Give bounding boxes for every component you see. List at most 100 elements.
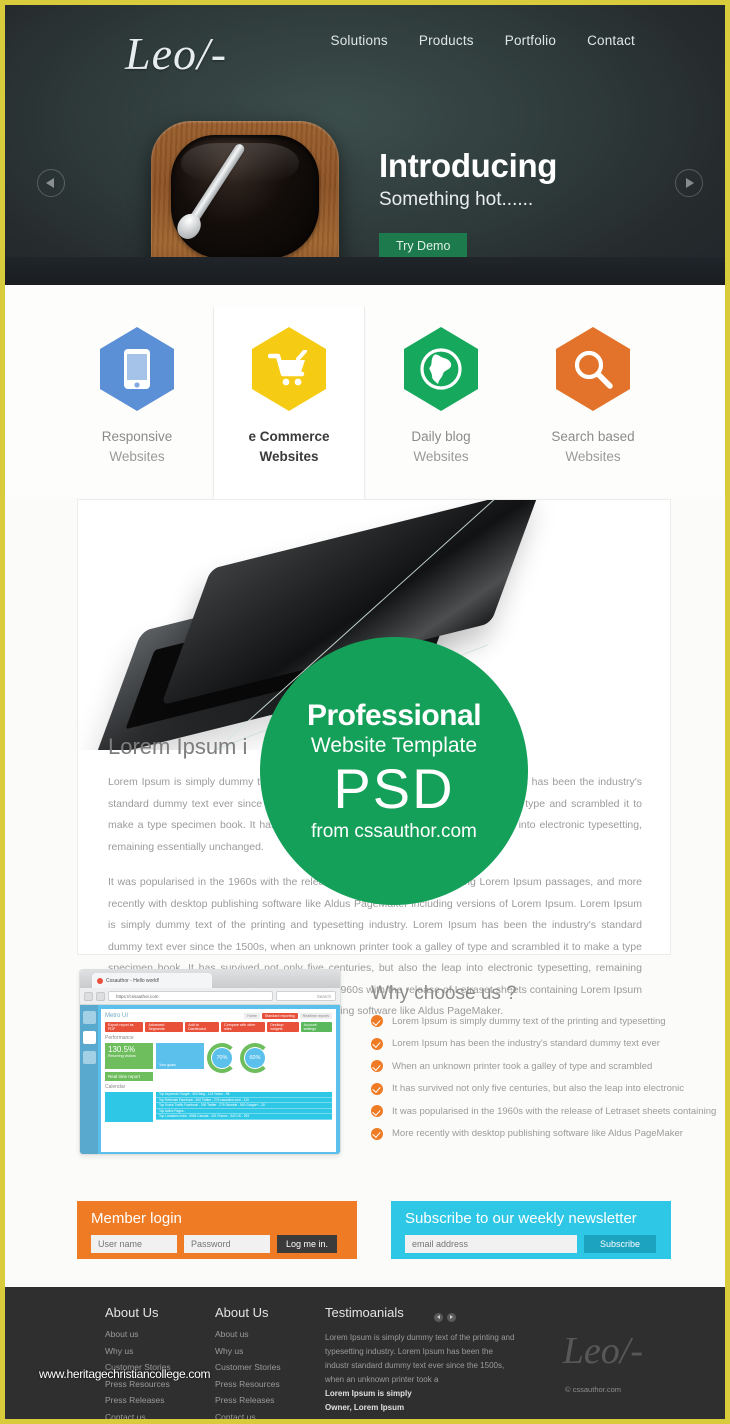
testimonial-text: Lorem Ipsum is simply dummy text of the … bbox=[325, 1333, 515, 1384]
tile-returning-visitors: 130.5% Returning visitors bbox=[105, 1043, 153, 1069]
footer-link[interactable]: About us bbox=[105, 1329, 171, 1339]
calendar-widget[interactable] bbox=[105, 1092, 153, 1122]
footer-link[interactable]: Contact us bbox=[215, 1412, 281, 1420]
list-item: Lorem Ipsum has been the industry's stan… bbox=[371, 1037, 716, 1050]
browser-search-input[interactable]: Search bbox=[276, 991, 336, 1001]
try-demo-button[interactable]: Try Demo bbox=[379, 233, 468, 259]
dashboard-menu-home[interactable]: Home bbox=[244, 1013, 260, 1019]
feature-label: Daily blog Websites bbox=[411, 429, 471, 464]
footer: About Us About us Why us Customer Storie… bbox=[5, 1287, 725, 1419]
toolbar-account-settings[interactable]: Account settings bbox=[300, 1022, 333, 1032]
footer-link[interactable]: Press Releases bbox=[105, 1395, 171, 1405]
footer-link[interactable]: Contact us bbox=[105, 1412, 171, 1420]
check-circle-icon bbox=[371, 1015, 383, 1027]
donut2-value: 60% bbox=[245, 1048, 265, 1068]
feature-card-ecommerce[interactable]: e Commerce Websites bbox=[213, 307, 365, 502]
list-item-text: It has survived not only five centuries,… bbox=[392, 1083, 685, 1094]
username-input[interactable] bbox=[91, 1235, 177, 1253]
footer-link[interactable]: Customer Stories bbox=[215, 1362, 281, 1372]
page-root: Leo/- Solutions Products Portfolio Conta… bbox=[5, 5, 725, 1419]
feature-card-daily-blog[interactable]: Daily blog Websites bbox=[365, 307, 517, 500]
list-item-text: It was popularised in the 1960s with the… bbox=[392, 1105, 717, 1117]
features-section: Responsive Websites e Commerce Websites bbox=[5, 285, 725, 502]
footer-links: About us Why us Customer Stories Press R… bbox=[215, 1329, 281, 1419]
showcase-title: Lorem Ipsum i bbox=[108, 734, 248, 759]
arrow-left-circle-icon bbox=[436, 1315, 440, 1319]
nav-item-solutions[interactable]: Solutions bbox=[331, 33, 388, 48]
toolbar-compare[interactable]: Compare with other sites bbox=[221, 1022, 266, 1032]
magnifier-icon bbox=[554, 325, 632, 413]
list-item: When an unknown printer took a galley of… bbox=[371, 1060, 716, 1072]
tile-value: 130.5% bbox=[108, 1045, 136, 1054]
footer-heading: About Us bbox=[105, 1305, 159, 1320]
donut1-value: 70% bbox=[212, 1048, 232, 1068]
list-item-text: Lorem Ipsum is simply dummy text of the … bbox=[392, 1015, 666, 1027]
tile-realtime-report: Real time report bbox=[105, 1072, 153, 1081]
feature-card-responsive[interactable]: Responsive Websites bbox=[61, 307, 213, 500]
footer-heading: Testimoanials bbox=[325, 1305, 404, 1320]
sidebar-icon-reports[interactable] bbox=[82, 1011, 96, 1024]
hero-subtitle: Something hot...... bbox=[379, 189, 534, 210]
testimonial-prev-button[interactable] bbox=[433, 1312, 443, 1322]
toolbar-widgets[interactable]: Desktop widgets bbox=[267, 1022, 299, 1032]
dashboard-menu-realtime[interactable]: Realtime reports bbox=[299, 1013, 332, 1019]
check-circle-icon bbox=[371, 1037, 383, 1050]
feature-label: Responsive Websites bbox=[101, 429, 173, 464]
toolbar-advanced-segments[interactable]: Advanced Segments bbox=[145, 1022, 184, 1032]
footer-link[interactable]: Press Releases bbox=[215, 1395, 281, 1405]
footer-link[interactable]: About us bbox=[215, 1329, 281, 1339]
footer-logo: Leo/- bbox=[562, 1330, 643, 1372]
footer-link[interactable]: Press Resources bbox=[215, 1379, 281, 1389]
newsletter-form: Subscribe bbox=[405, 1235, 657, 1253]
check-circle-icon bbox=[371, 1127, 383, 1140]
carousel-prev-button[interactable] bbox=[37, 169, 65, 197]
main-navigation: Solutions Products Portfolio Contact bbox=[331, 33, 635, 48]
testimonial-next-button[interactable] bbox=[446, 1312, 456, 1322]
browser-urlbar: https://cssauthor.com Search bbox=[80, 988, 340, 1005]
login-submit-button[interactable]: Log me in. bbox=[277, 1235, 338, 1253]
newsletter-box: Subscribe to our weekly newsletter Subsc… bbox=[391, 1201, 671, 1259]
testimonial-author: Lorem Ipsum is simply bbox=[325, 1389, 412, 1398]
toolbar-add-dashboard[interactable]: Add to Dashboard bbox=[185, 1022, 220, 1032]
browser-mockup: Cssauthor - Hello world! https://cssauth… bbox=[79, 969, 341, 1155]
arrow-left-icon bbox=[46, 178, 54, 188]
browser-tab[interactable]: Cssauthor - Hello world! bbox=[92, 973, 212, 988]
browser-back-button[interactable] bbox=[84, 991, 93, 1001]
browser-url-input[interactable]: https://cssauthor.com bbox=[108, 991, 273, 1001]
sidebar-icon-dashboard[interactable] bbox=[82, 1031, 96, 1044]
carousel-next-button[interactable] bbox=[675, 169, 703, 197]
list-item: It was popularised in the 1960s with the… bbox=[371, 1105, 716, 1117]
footer-link[interactable]: Why us bbox=[105, 1346, 171, 1356]
feature-label: e Commerce Websites bbox=[248, 429, 330, 464]
footer-column-about-1: About Us About us Why us Customer Storie… bbox=[105, 1305, 171, 1419]
list-item-text: Lorem Ipsum has been the industry's stan… bbox=[392, 1038, 660, 1049]
dashboard-brand: Metro UI bbox=[105, 1013, 129, 1019]
member-login-box: Member login Log me in. bbox=[77, 1201, 357, 1259]
footer-copyright: © cssauthor.com bbox=[565, 1385, 621, 1394]
hero-title: Introducing bbox=[379, 147, 558, 184]
globe-icon bbox=[402, 325, 480, 413]
donut-statistics-visitors: 70% bbox=[207, 1043, 237, 1073]
browser-forward-button[interactable] bbox=[96, 991, 105, 1001]
tile2-label: Your goals bbox=[159, 1063, 176, 1067]
list-item: Lorem Ipsum is simply dummy text of the … bbox=[371, 1015, 716, 1027]
dashboard-toolbar: Export report as PDF Advanced Segments A… bbox=[105, 1022, 333, 1032]
footer-column-testimonials: Testimoanials Lorem Ipsum is simply dumm… bbox=[325, 1305, 515, 1414]
email-input[interactable] bbox=[405, 1235, 577, 1253]
dashboard-performance-label: Performance bbox=[105, 1035, 134, 1041]
arrow-right-icon bbox=[686, 178, 694, 188]
sidebar-icon-widgets[interactable] bbox=[82, 1051, 96, 1064]
password-input[interactable] bbox=[184, 1235, 270, 1253]
dashboard-stats-table: Top keywords Google - 600 Bing - 124 Yah… bbox=[156, 1092, 332, 1120]
dashboard-menu-standard[interactable]: Standard reporting bbox=[261, 1013, 298, 1019]
toolbar-export-pdf[interactable]: Export report as PDF bbox=[105, 1022, 144, 1032]
feature-label: Search based Websites bbox=[551, 429, 635, 464]
member-login-title: Member login bbox=[91, 1210, 182, 1227]
check-circle-icon bbox=[371, 1060, 383, 1072]
feature-card-search-based[interactable]: Search based Websites bbox=[517, 307, 669, 500]
nav-item-contact[interactable]: Contact bbox=[587, 33, 635, 48]
footer-link[interactable]: Why us bbox=[215, 1346, 281, 1356]
nav-item-products[interactable]: Products bbox=[419, 33, 474, 48]
nav-item-portfolio[interactable]: Portfolio bbox=[505, 33, 556, 48]
subscribe-button[interactable]: Subscribe bbox=[584, 1235, 656, 1253]
